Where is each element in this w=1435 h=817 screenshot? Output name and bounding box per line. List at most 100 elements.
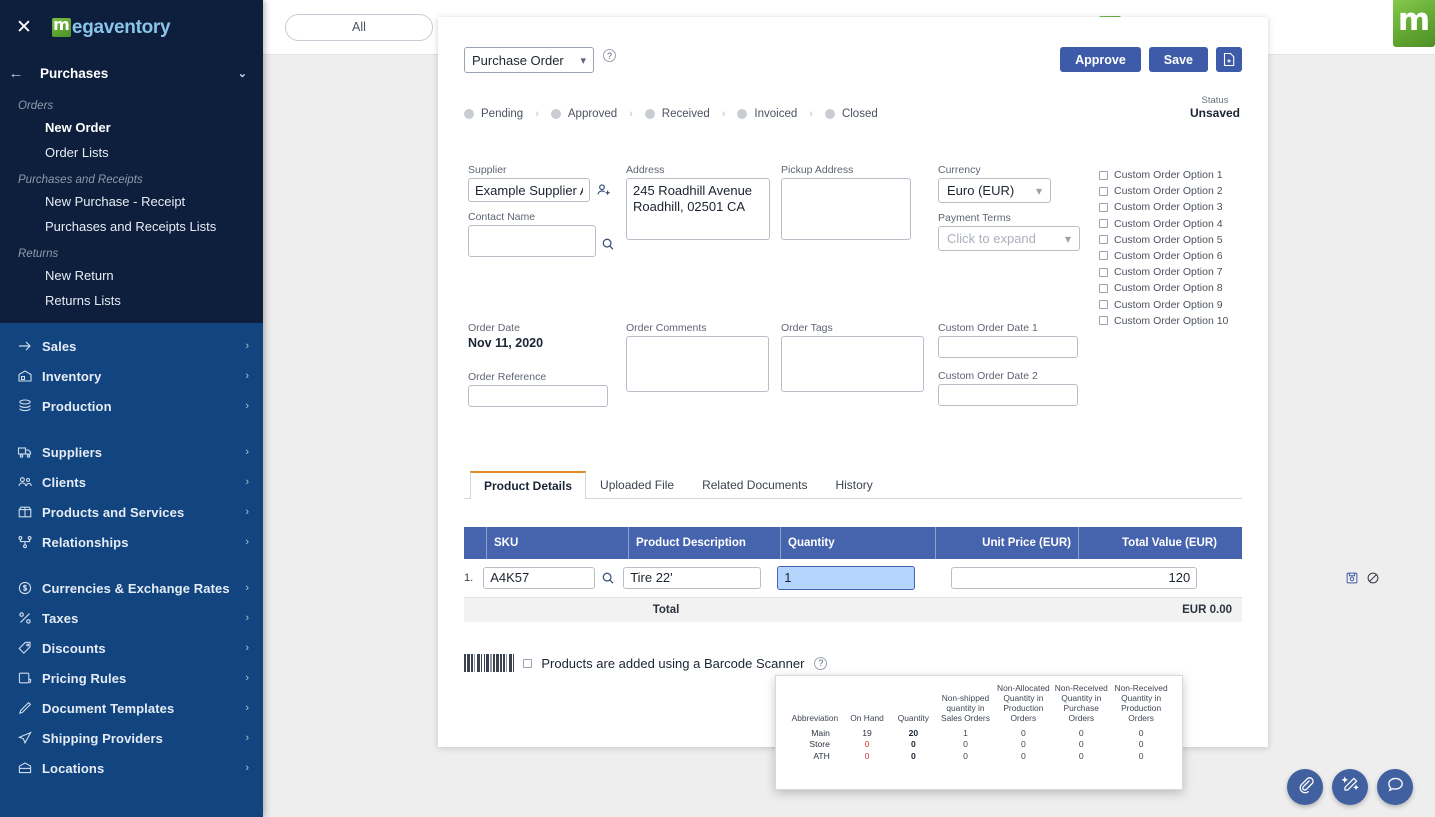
custom-order-date-1-input[interactable]: [938, 336, 1078, 358]
quantity-input[interactable]: [777, 565, 916, 590]
sidebar-item-shipping-providers[interactable]: Shipping Providers ›: [0, 723, 263, 753]
sidebar-item-clients[interactable]: Clients ›: [0, 467, 263, 497]
product-description-input[interactable]: [623, 566, 762, 589]
custom-order-option-5[interactable]: Custom Order Option 5: [1099, 234, 1228, 246]
chevron-right-icon: ›: [245, 672, 249, 684]
pickup-address-input[interactable]: [781, 178, 911, 240]
currency-select[interactable]: Euro (EUR) ▾: [938, 178, 1051, 203]
custom-order-option-1[interactable]: Custom Order Option 1: [1099, 169, 1228, 181]
order-reference-input[interactable]: [468, 385, 608, 407]
order-comments-input[interactable]: [626, 336, 769, 392]
order-date-field: Order Date Nov 11, 2020 Order Reference: [468, 322, 608, 407]
chevron-down-icon[interactable]: ⌄: [238, 67, 247, 80]
sidebar-item-inventory[interactable]: Inventory ›: [0, 361, 263, 391]
quantity-value: 20: [908, 728, 919, 739]
unit-price-input[interactable]: [951, 566, 1198, 589]
tab-uploaded-file[interactable]: Uploaded File: [586, 471, 688, 499]
sidebar-item-pricing-rules[interactable]: Pricing Rules ›: [0, 663, 263, 693]
supplier-input[interactable]: [468, 178, 590, 202]
option-label: Custom Order Option 9: [1114, 298, 1223, 311]
arrow-left-icon[interactable]: ←: [6, 65, 26, 82]
quantity-value: 0: [910, 739, 916, 750]
search-scope-selector[interactable]: All: [285, 13, 433, 41]
address-input[interactable]: [626, 178, 770, 240]
sidebar-item-new-order[interactable]: New Order: [0, 115, 263, 140]
chevron-down-icon: ▾: [580, 54, 586, 67]
checkbox-icon[interactable]: [1099, 235, 1108, 245]
stage-approved[interactable]: Approved: [550, 108, 617, 120]
checkbox-icon[interactable]: [1099, 219, 1108, 229]
stage-closed[interactable]: Closed: [824, 108, 878, 120]
help-icon[interactable]: ?: [814, 656, 828, 670]
custom-order-option-6[interactable]: Custom Order Option 6: [1099, 250, 1228, 262]
checkbox-icon[interactable]: [1099, 267, 1108, 277]
sidebar-item-products-and-services[interactable]: Products and Services ›: [0, 497, 263, 527]
order-tags-input[interactable]: [781, 336, 924, 392]
chevron-right-icon: ›: [245, 506, 249, 518]
chevron-right-icon: ›: [245, 446, 249, 458]
document-type-select[interactable]: Purchase Order ▾: [464, 47, 594, 73]
sidebar-item-sales[interactable]: Sales ›: [0, 331, 263, 361]
approve-button[interactable]: Approve: [1060, 47, 1141, 72]
checkbox-icon[interactable]: [1099, 170, 1108, 180]
sidebar-item-relationships[interactable]: Relationships ›: [0, 527, 263, 557]
magic-wand-fab[interactable]: [1332, 769, 1368, 805]
non-received-production-value: 0: [1138, 739, 1144, 750]
custom-order-option-3[interactable]: Custom Order Option 3: [1099, 201, 1228, 213]
stage-received[interactable]: Received: [644, 108, 710, 120]
add-supplier-icon[interactable]: [596, 182, 612, 198]
sidebar-item-production[interactable]: Production ›: [0, 391, 263, 421]
sidebar-item-order-lists[interactable]: Order Lists: [0, 140, 263, 165]
custom-order-option-7[interactable]: Custom Order Option 7: [1099, 266, 1228, 278]
table-total-row: Total EUR 0.00: [464, 597, 1242, 622]
custom-order-option-2[interactable]: Custom Order Option 2: [1099, 185, 1228, 197]
non-received-production-value: 0: [1138, 728, 1144, 739]
tab-related-documents[interactable]: Related Documents: [688, 471, 821, 499]
help-icon[interactable]: ?: [603, 49, 616, 62]
custom-order-option-8[interactable]: Custom Order Option 8: [1099, 282, 1228, 294]
cancel-row-icon[interactable]: [1366, 571, 1380, 585]
custom-order-option-4[interactable]: Custom Order Option 4: [1099, 218, 1228, 230]
sidebar-item-suppliers[interactable]: Suppliers ›: [0, 437, 263, 467]
close-icon[interactable]: ✕: [16, 18, 32, 37]
sku-input[interactable]: [483, 566, 596, 589]
attachment-fab[interactable]: [1287, 769, 1323, 805]
checkbox-icon[interactable]: [1099, 186, 1108, 196]
new-document-icon[interactable]: [1216, 47, 1242, 72]
sidebar-item-purchases-receipts-lists[interactable]: Purchases and Receipts Lists: [0, 214, 263, 239]
stage-pending[interactable]: Pending: [464, 108, 523, 120]
checkbox-icon[interactable]: [1099, 283, 1108, 293]
tab-product-details[interactable]: Product Details: [470, 471, 587, 499]
sidebar-item-new-purchase-receipt[interactable]: New Purchase - Receipt: [0, 189, 263, 214]
option-label: Custom Order Option 2: [1114, 185, 1223, 198]
sidebar-item-locations[interactable]: Locations ›: [0, 753, 263, 783]
chevron-right-icon: ›: [245, 476, 249, 488]
search-contact-icon[interactable]: [601, 237, 615, 251]
search-product-icon[interactable]: [601, 571, 615, 585]
tab-history[interactable]: History: [821, 471, 886, 499]
save-button[interactable]: Save: [1148, 47, 1208, 72]
contact-name-input[interactable]: [468, 225, 596, 257]
sidebar-item-returns-lists[interactable]: Returns Lists: [0, 288, 263, 313]
cell-sku: [479, 566, 619, 589]
checkbox-icon[interactable]: [1099, 300, 1108, 309]
sidebar-item-discounts[interactable]: Discounts ›: [0, 633, 263, 663]
sidebar-section-purchases[interactable]: ← Purchases ⌄: [0, 55, 263, 91]
sidebar-item-new-return[interactable]: New Return: [0, 263, 263, 288]
stage-invoiced[interactable]: Invoiced: [737, 108, 797, 120]
sidebar-item-taxes[interactable]: Taxes ›: [0, 603, 263, 633]
chevron-right-icon: ›: [245, 400, 249, 412]
sidebar-item-document-templates[interactable]: Document Templates ›: [0, 693, 263, 723]
chevron-right-icon: ›: [245, 370, 249, 382]
chat-fab[interactable]: [1377, 769, 1413, 805]
checkbox-icon[interactable]: [1099, 202, 1108, 212]
checkbox-icon[interactable]: [1099, 251, 1108, 261]
payment-terms-select[interactable]: Click to expand ▾: [938, 226, 1080, 251]
arrow-right-icon: [8, 338, 42, 354]
save-row-icon[interactable]: [1345, 571, 1359, 585]
custom-order-option-9[interactable]: Custom Order Option 9: [1099, 299, 1228, 311]
sidebar-item-currencies-and-exchange-rates[interactable]: Currencies & Exchange Rates ›: [0, 573, 263, 603]
barcode-scanner-checkbox[interactable]: [523, 658, 533, 668]
custom-order-date-2-input[interactable]: [938, 384, 1078, 406]
non-shipped-sales-value: 0: [963, 750, 968, 761]
